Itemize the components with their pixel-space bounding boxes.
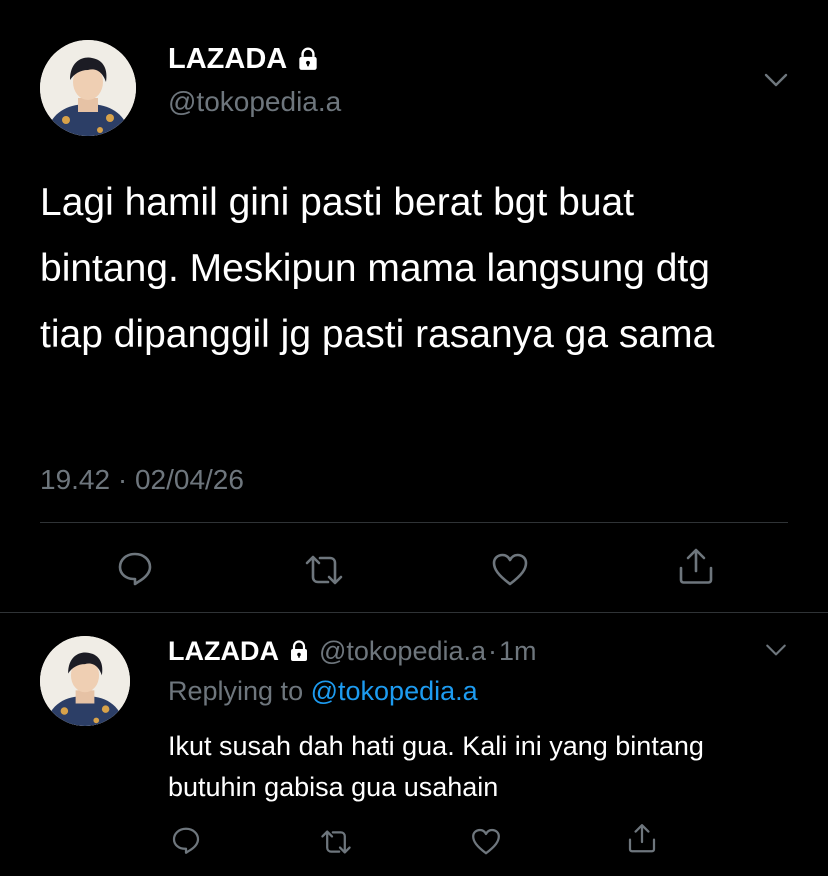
reply-avatar[interactable] xyxy=(40,636,130,726)
tweet-text: Lagi hamil gini pasti berat bgt buat bin… xyxy=(40,181,715,356)
meta-separator: · xyxy=(488,635,498,666)
reply-header-row: LAZADA @tokopedia.a · 1m xyxy=(168,634,537,668)
tweet-timestamp[interactable]: 19.42 · 02/04/26 xyxy=(40,464,244,496)
reply-reply-button[interactable] xyxy=(170,824,202,856)
reply-text: Ikut susah dah hati gua. Kali ini yang b… xyxy=(168,731,704,802)
reply-author-handle[interactable]: @tokopedia.a xyxy=(319,636,486,667)
lock-icon xyxy=(287,639,311,663)
reply-icon xyxy=(118,552,152,586)
replying-to-line: Replying to @tokopedia.a xyxy=(168,676,478,707)
divider xyxy=(40,522,788,523)
reply-share-button[interactable] xyxy=(626,822,658,854)
author-name-row[interactable]: LAZADA xyxy=(168,42,321,76)
reply-icon xyxy=(172,827,200,854)
retweet-icon xyxy=(305,555,343,585)
share-icon xyxy=(679,548,713,584)
reply-like-button[interactable] xyxy=(470,826,502,858)
section-divider xyxy=(0,612,828,613)
replying-to-link[interactable]: @tokopedia.a xyxy=(311,676,478,706)
chevron-down-icon[interactable] xyxy=(760,64,792,96)
heart-icon xyxy=(472,828,500,855)
author-handle[interactable]: @tokopedia.a xyxy=(168,86,341,118)
share-button[interactable] xyxy=(676,546,716,586)
share-icon xyxy=(628,824,656,853)
lock-icon xyxy=(295,46,321,72)
replying-to-label: Replying to xyxy=(168,676,304,706)
reply-display-name[interactable]: LAZADA xyxy=(168,636,279,667)
heart-icon xyxy=(492,553,528,586)
reply-time-ago[interactable]: 1m xyxy=(499,636,537,667)
reply-retweet-button[interactable] xyxy=(318,826,354,858)
reply-author-name[interactable]: LAZADA xyxy=(168,636,311,667)
chevron-down-icon[interactable] xyxy=(762,636,790,664)
retweet-button[interactable] xyxy=(302,550,346,590)
retweet-icon xyxy=(321,830,351,854)
like-button[interactable] xyxy=(490,550,530,590)
author-display-name[interactable]: LAZADA xyxy=(168,43,287,76)
avatar[interactable] xyxy=(40,40,136,136)
reply-button[interactable] xyxy=(115,548,155,588)
